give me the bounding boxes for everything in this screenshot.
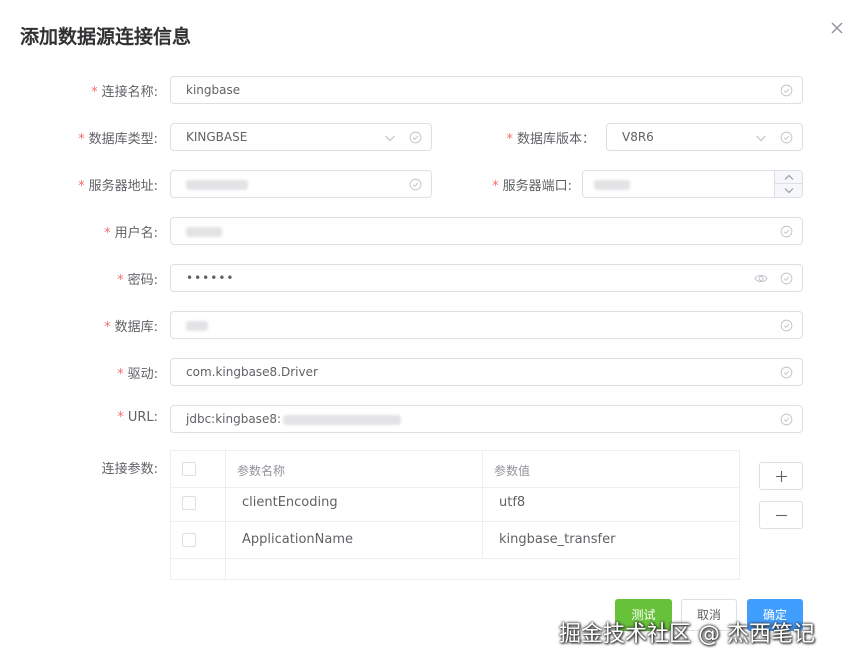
conn-name-label: * 连接名称: xyxy=(91,85,158,100)
server-addr-input[interactable] xyxy=(170,170,432,198)
username-label: * 用户名: xyxy=(104,226,158,241)
redacted-value xyxy=(186,179,248,190)
param-value-cell[interactable]: kingbase_transfer xyxy=(482,522,739,558)
driver-input[interactable]: com.kingbase8.Driver xyxy=(170,358,803,386)
redacted-value xyxy=(594,179,630,190)
add-param-button[interactable] xyxy=(759,462,803,490)
server-addr-label: * 服务器地址: xyxy=(78,179,158,194)
password-label: * 密码: xyxy=(117,273,158,288)
params-table: 参数名称 参数值 clientEncoding utf8 Application… xyxy=(170,450,740,580)
check-circle-icon xyxy=(780,272,793,285)
redacted-value xyxy=(186,226,222,237)
redacted-value xyxy=(283,414,401,425)
password-input[interactable]: •••••• xyxy=(170,264,803,292)
select-all-checkbox[interactable] xyxy=(182,462,196,476)
minus-icon xyxy=(776,514,787,517)
dialog-title: 添加数据源连接信息 xyxy=(20,26,192,48)
url-label: * URL: xyxy=(117,410,158,425)
param-name-cell[interactable]: ApplicationName xyxy=(225,522,482,558)
url-input[interactable]: jdbc:kingbase8: xyxy=(170,405,803,433)
remove-param-button[interactable] xyxy=(759,501,803,529)
table-header: 参数名称 参数值 xyxy=(171,451,739,488)
watermark: 掘金技术社区 @ 杰西笔记 xyxy=(559,622,815,647)
database-label: * 数据库: xyxy=(104,320,158,335)
close-icon[interactable] xyxy=(828,19,846,37)
check-circle-icon xyxy=(780,413,793,426)
column-header: 参数名称 xyxy=(237,464,286,478)
check-circle-icon xyxy=(780,225,793,238)
decrease-button[interactable] xyxy=(775,184,803,197)
check-circle-icon xyxy=(409,131,422,144)
check-circle-icon xyxy=(409,178,422,191)
check-circle-icon xyxy=(780,366,793,379)
check-circle-icon xyxy=(780,84,793,97)
username-input[interactable] xyxy=(170,217,803,245)
check-circle-icon xyxy=(780,319,793,332)
db-type-label: * 数据库类型: xyxy=(78,132,158,147)
param-name-cell[interactable]: clientEncoding xyxy=(225,485,482,521)
row-checkbox[interactable] xyxy=(182,496,196,510)
chevron-down-icon xyxy=(756,135,766,142)
table-row[interactable]: ApplicationName kingbase_transfer xyxy=(171,522,739,559)
db-version-label: * 数据库版本： xyxy=(506,132,595,147)
chevron-up-icon xyxy=(784,174,794,180)
port-stepper[interactable] xyxy=(774,171,803,197)
conn-name-input[interactable]: kingbase xyxy=(170,76,803,104)
redacted-value xyxy=(186,320,208,331)
chevron-down-icon xyxy=(784,188,794,194)
column-header: 参数值 xyxy=(494,464,531,478)
chevron-down-icon xyxy=(385,135,395,142)
plus-icon xyxy=(776,471,787,482)
params-label: 连接参数: xyxy=(101,462,158,477)
server-port-input[interactable] xyxy=(582,170,803,198)
server-port-label: * 服务器端口: xyxy=(492,179,572,194)
db-version-select[interactable]: V8R6 xyxy=(606,123,803,151)
driver-label: * 驱动: xyxy=(117,367,158,382)
param-value-cell[interactable]: utf8 xyxy=(482,485,739,521)
row-checkbox[interactable] xyxy=(182,533,196,547)
db-type-select[interactable]: KINGBASE xyxy=(170,123,432,151)
table-row[interactable]: clientEncoding utf8 xyxy=(171,485,739,522)
database-input[interactable] xyxy=(170,311,803,339)
add-datasource-dialog: 添加数据源连接信息 * 连接名称: kingbase * 数据库类型: KINGBA… xyxy=(0,0,865,665)
check-circle-icon xyxy=(780,131,793,144)
increase-button[interactable] xyxy=(775,171,803,184)
eye-icon[interactable] xyxy=(754,272,768,285)
